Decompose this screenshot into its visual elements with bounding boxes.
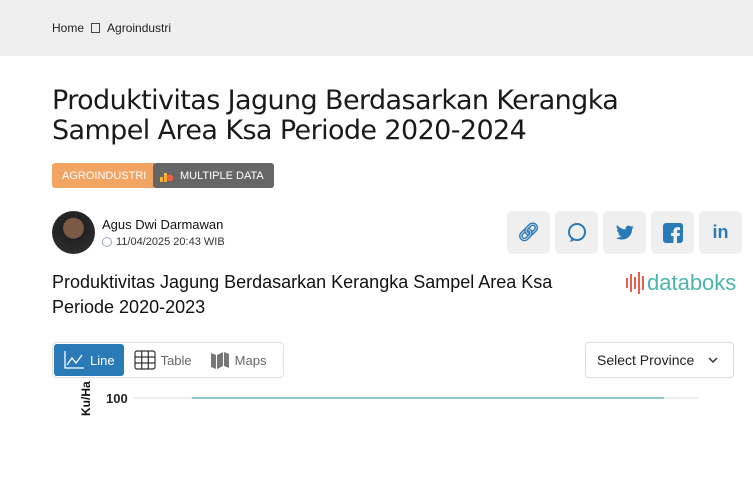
publish-date: 11/04/2025 20:43 WIB: [102, 236, 225, 248]
twitter-icon: [615, 224, 634, 240]
multiple-data-badge[interactable]: MULTIPLE DATA: [153, 163, 274, 188]
province-select-label: Select Province: [597, 352, 695, 368]
category-badge[interactable]: AGROINDUSTRI: [52, 163, 157, 188]
logo-mark-icon: [626, 272, 644, 294]
multiple-data-label: MULTIPLE DATA: [180, 169, 264, 182]
tab-maps-label: Maps: [234, 352, 267, 368]
province-select[interactable]: Select Province: [585, 342, 734, 378]
avatar: [52, 211, 95, 254]
tab-maps[interactable]: Maps: [201, 343, 276, 377]
map-icon: [210, 352, 229, 369]
tab-table[interactable]: Table: [125, 343, 201, 377]
breadcrumb-home[interactable]: Home: [52, 21, 84, 35]
y-tick-label: 100: [106, 391, 128, 406]
breadcrumb-bar: Home Agroindustri: [0, 0, 753, 56]
page-title: Produktivitas Jagung Berdasarkan Kerangk…: [52, 85, 619, 146]
link-icon: 🔗︎: [517, 222, 540, 242]
chart-search-icon: [160, 172, 174, 182]
copy-link-button[interactable]: 🔗︎: [507, 211, 550, 254]
share-linkedin-button[interactable]: in: [699, 211, 742, 254]
separator-icon: [91, 23, 101, 33]
chart-title: Produktivitas Jagung Berdasarkan Kerangk…: [52, 272, 553, 317]
share-facebook-button[interactable]: [651, 211, 694, 254]
breadcrumb-current[interactable]: Agroindustri: [107, 21, 171, 35]
tab-table-label: Table: [160, 352, 192, 368]
clock-icon: [102, 237, 112, 247]
line-chart-icon: [64, 351, 84, 369]
logo-text: databoks: [647, 270, 737, 295]
whatsapp-icon: [567, 222, 586, 242]
share-twitter-button[interactable]: [603, 211, 646, 254]
view-tabs: Line Table Maps: [52, 342, 284, 378]
facebook-icon: [662, 222, 683, 243]
author-name[interactable]: Agus Dwi Darmawan: [102, 217, 223, 232]
databoks-logo: databoks: [626, 270, 736, 296]
table-icon: [133, 350, 156, 370]
chevron-down-icon: [708, 356, 718, 363]
line-chart: 100: [106, 391, 698, 406]
linkedin-icon: in: [712, 222, 729, 242]
date-text: 11/04/2025 20:43 WIB: [116, 236, 225, 248]
breadcrumb: Home Agroindustri: [52, 21, 171, 35]
tab-line-label: Line: [90, 352, 115, 368]
share-whatsapp-button[interactable]: [555, 211, 598, 254]
tab-line[interactable]: Line: [54, 344, 124, 376]
